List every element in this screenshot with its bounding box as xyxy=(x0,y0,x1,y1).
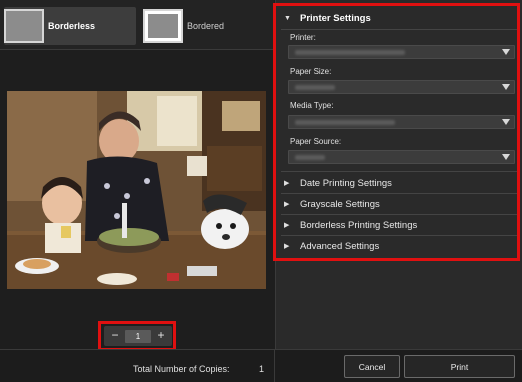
layout-bordered-option[interactable]: Bordered xyxy=(143,7,263,45)
print-preview-area: − 1 + xyxy=(0,51,274,351)
stepper-highlight-frame xyxy=(98,321,176,351)
settings-highlight-frame xyxy=(273,3,520,261)
layout-borderless-option[interactable]: Borderless xyxy=(4,7,136,45)
cancel-button[interactable]: Cancel xyxy=(344,355,400,378)
layout-selector: Borderless Bordered xyxy=(0,0,274,50)
bordered-label: Bordered xyxy=(187,21,225,31)
total-copies-value: 1 xyxy=(259,364,265,374)
bordered-thumbnail xyxy=(143,9,183,43)
borderless-label: Borderless xyxy=(48,21,96,31)
borderless-thumbnail xyxy=(4,9,44,43)
divider xyxy=(274,350,275,382)
print-button[interactable]: Print xyxy=(404,355,515,378)
bottom-bar: Total Number of Copies: 1 Cancel Print xyxy=(0,349,522,382)
total-copies-label: Total Number of Copies: xyxy=(133,364,230,374)
preview-photo xyxy=(7,91,266,289)
photo-illustration xyxy=(7,91,266,289)
